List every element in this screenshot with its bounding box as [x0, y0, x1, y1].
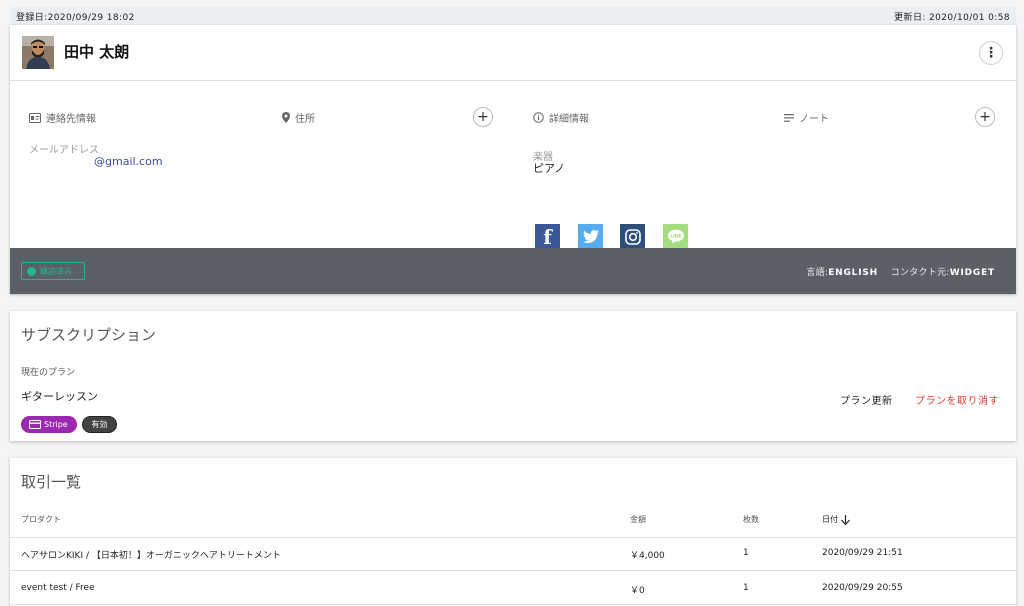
column-header-date[interactable]: 日付: [822, 514, 850, 525]
transactions-card: 取引一覧 プロダクト 金額 枚数 日付 ヘアサロンKIKI / 【日本初！】オー…: [10, 458, 1016, 606]
credit-card-icon: [29, 420, 41, 429]
date-cell: 2020/09/29 21:51: [822, 548, 903, 558]
contact-header: 田中 太朗 ⋮: [10, 25, 1016, 81]
instrument-value: ピアノ: [533, 162, 566, 175]
section-contact-info-label: 連絡先情報: [46, 114, 96, 125]
quantity-cell: 1: [743, 548, 749, 558]
contact-footer: 購読済み 言語:ENGLISH コンタクト元:WIDGET: [10, 248, 1016, 294]
language-value: ENGLISH: [828, 268, 878, 278]
column-header-amount: 金額: [630, 515, 646, 524]
record-dates-bar: 登録日:2020/09/29 18:02 更新日: 2020/10/01 0:5…: [10, 7, 1016, 25]
updated-date: 更新日: 2020/10/01 0:58: [894, 12, 1010, 23]
notes-icon: [784, 113, 794, 122]
subscription-card: サブスクリプション 現在のプラン ギターレッスン プラン更新 プランを取り消す …: [10, 311, 1016, 441]
transactions-title: 取引一覧: [21, 473, 82, 491]
table-divider: [10, 537, 1016, 538]
update-plan-button[interactable]: プラン更新: [840, 392, 893, 407]
section-address-label: 住所: [295, 114, 315, 125]
section-details-label: 詳細情報: [549, 114, 589, 125]
info-icon: [533, 112, 544, 123]
contact-meta: 言語:ENGLISH コンタクト元:WIDGET: [806, 268, 995, 278]
product-cell: event test / Free: [21, 583, 95, 593]
email-label: メールアドレス: [29, 145, 99, 156]
amount-cell: ￥0: [630, 586, 645, 596]
column-header-product: プロダクト: [21, 515, 61, 524]
location-pin-icon: [282, 112, 290, 123]
stripe-chip: Stripe: [21, 416, 77, 433]
plan-name: ギターレッスン: [21, 390, 98, 403]
column-header-quantity: 枚数: [743, 515, 759, 524]
line-icon[interactable]: LINE: [663, 224, 688, 249]
add-note-button[interactable]: +: [975, 107, 995, 127]
twitter-icon[interactable]: [578, 224, 603, 249]
amount-cell: ￥4,000: [630, 551, 665, 561]
arrow-down-icon: [841, 514, 850, 525]
svg-text:LINE: LINE: [670, 233, 681, 239]
current-plan-label: 現在のプラン: [21, 368, 76, 378]
more-vertical-icon: ⋮: [984, 45, 998, 61]
section-notes: ノート: [784, 110, 829, 125]
section-notes-label: ノート: [799, 114, 829, 125]
table-divider: [10, 570, 1016, 571]
subscription-status-chip: 購読済み: [21, 262, 85, 280]
more-menu-button[interactable]: ⋮: [979, 41, 1003, 65]
check-circle-icon: [27, 266, 36, 276]
section-details: 詳細情報: [533, 110, 589, 125]
section-address: 住所: [282, 110, 315, 125]
active-status-chip: 有効: [82, 416, 117, 433]
quantity-cell: 1: [743, 583, 749, 593]
plus-icon: +: [979, 109, 991, 125]
stripe-chip-label: Stripe: [44, 420, 68, 429]
add-address-button[interactable]: +: [473, 107, 493, 127]
subscription-title: サブスクリプション: [21, 326, 157, 344]
subscription-status-label: 購読済み: [40, 266, 72, 276]
table-divider: [10, 604, 1016, 605]
id-card-icon: [29, 112, 41, 123]
plus-icon: +: [477, 109, 489, 125]
instagram-icon[interactable]: [620, 224, 645, 249]
section-contact-info: 連絡先情報: [29, 110, 96, 125]
registered-date: 登録日:2020/09/29 18:02: [16, 12, 135, 23]
contact-name: 田中 太朗: [64, 43, 130, 61]
facebook-icon[interactable]: f: [535, 224, 560, 249]
contact-source-value: WIDGET: [949, 268, 995, 278]
contact-card: 田中 太朗 ⋮ 連絡先情報 住所 + 詳細情報 ノート + メールアドレス @g…: [10, 25, 1016, 294]
cancel-plan-button[interactable]: プランを取り消す: [915, 392, 999, 407]
email-value[interactable]: @gmail.com: [94, 155, 163, 168]
avatar: [22, 36, 54, 69]
product-cell: ヘアサロンKIKI / 【日本初！】オーガニックヘアトリートメント: [21, 551, 281, 561]
date-cell: 2020/09/29 20:55: [822, 583, 903, 593]
